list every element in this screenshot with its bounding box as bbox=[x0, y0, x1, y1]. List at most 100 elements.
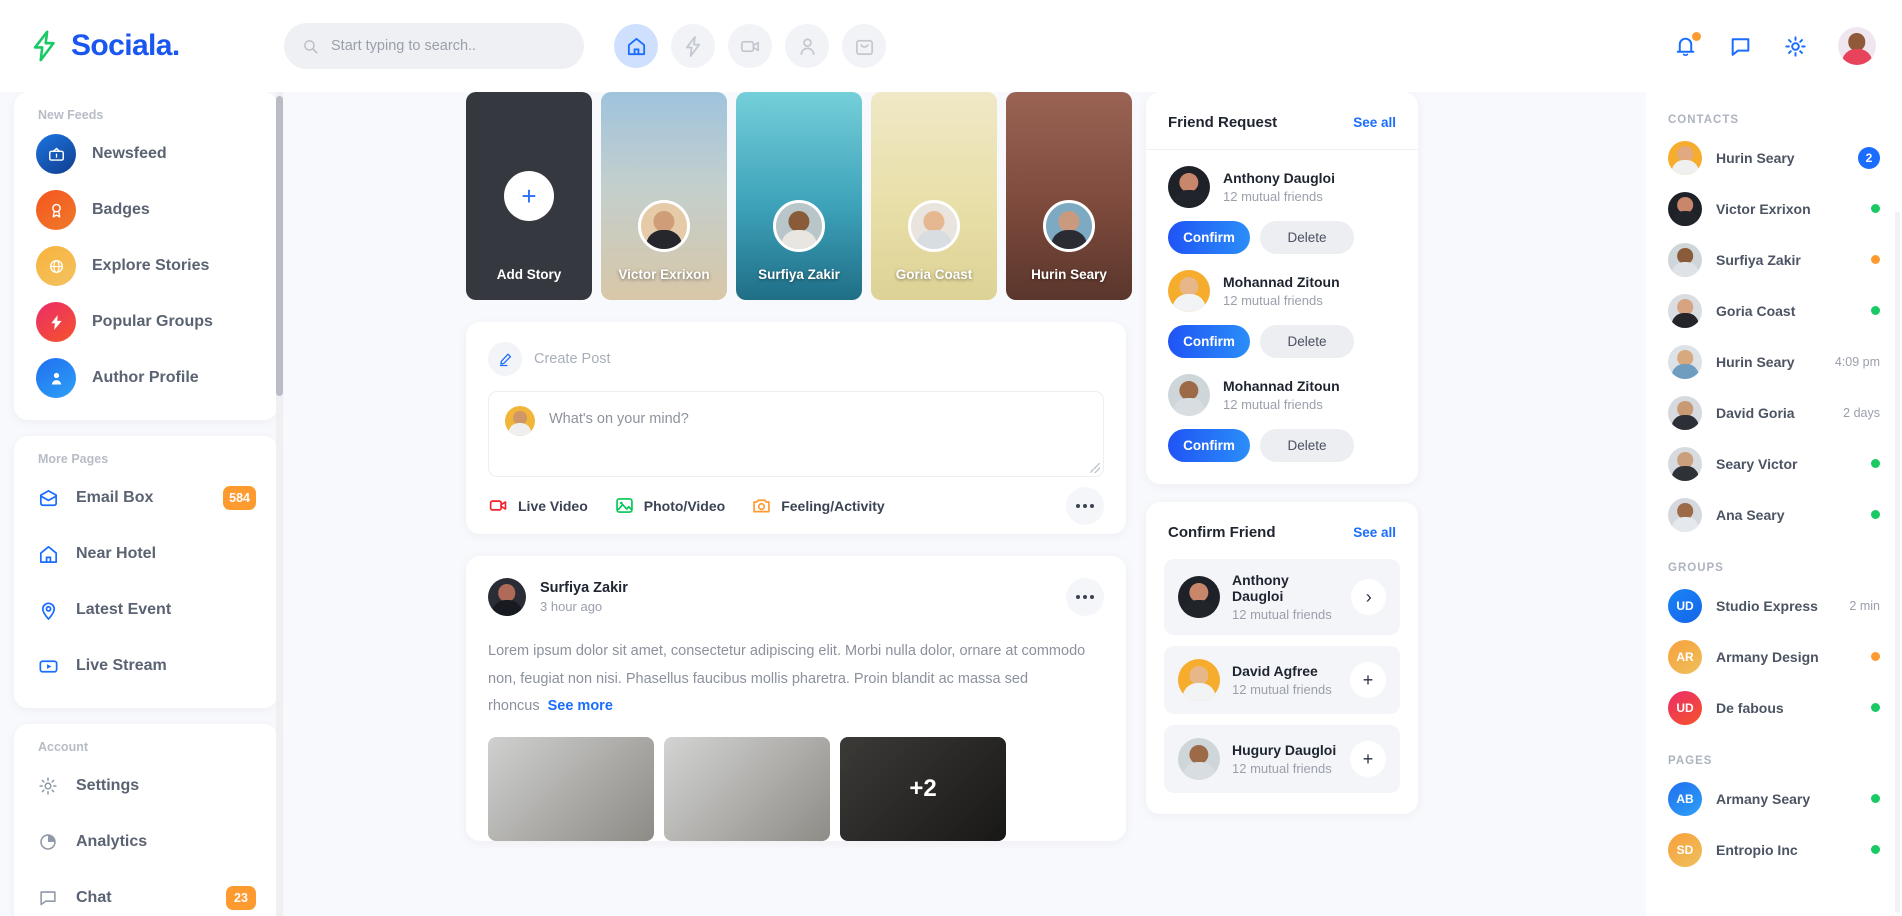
story-card[interactable]: Surfiya Zakir bbox=[736, 92, 862, 300]
story-add-story[interactable]: + Add Story bbox=[466, 92, 592, 300]
create-post-input[interactable]: What's on your mind? bbox=[488, 391, 1104, 477]
chat-bubble-icon bbox=[36, 886, 60, 910]
sidebar-item-popular-groups[interactable]: Popular Groups bbox=[14, 294, 278, 350]
plus-icon[interactable]: + bbox=[1350, 741, 1386, 777]
sidebar-item-explore-stories[interactable]: Explore Stories bbox=[14, 238, 278, 294]
see-all-link[interactable]: See all bbox=[1353, 525, 1396, 540]
last-seen-time: 4:09 pm bbox=[1834, 354, 1880, 369]
contact-row[interactable]: Ana Seary bbox=[1646, 489, 1902, 540]
group-row[interactable]: UD Studio Express 2 min bbox=[1646, 580, 1902, 631]
friend-name: Anthony Daugloi bbox=[1223, 170, 1335, 186]
nav-video-button[interactable] bbox=[728, 24, 772, 68]
mutual-friends-count: 12 mutual friends bbox=[1223, 397, 1323, 412]
page-row[interactable]: AB Armany Seary bbox=[1646, 773, 1902, 824]
sidebar-item-label: Popular Groups bbox=[92, 313, 213, 330]
group-status bbox=[1871, 703, 1880, 712]
group-row[interactable]: UD De fabous bbox=[1646, 682, 1902, 733]
photo-video-button[interactable]: Photo/Video bbox=[614, 495, 725, 516]
sidebar-scrollbar-thumb[interactable] bbox=[276, 96, 283, 396]
settings-button[interactable] bbox=[1783, 34, 1808, 59]
sidebar-item-author-profile[interactable]: Author Profile bbox=[14, 350, 278, 406]
confirm-friend-item[interactable]: David Agfree 12 mutual friends + bbox=[1164, 646, 1400, 714]
see-all-link[interactable]: See all bbox=[1353, 115, 1396, 130]
sidebar-group-title: Account bbox=[38, 740, 88, 754]
friend-request-row: Mohannad Zitoun 12 mutual friends bbox=[1168, 270, 1396, 312]
sidebar-item-chat[interactable]: Chat 23 bbox=[14, 870, 278, 916]
plus-icon[interactable]: + bbox=[1350, 662, 1386, 698]
post-image[interactable] bbox=[664, 736, 830, 841]
avatar bbox=[1668, 191, 1702, 226]
sidebar-item-near-hotel[interactable]: Near Hotel bbox=[14, 526, 278, 582]
mutual-friends-count: 12 mutual friends bbox=[1232, 607, 1332, 622]
more-dots-icon[interactable] bbox=[1066, 486, 1104, 525]
group-name: De fabous bbox=[1716, 699, 1784, 716]
post-image[interactable] bbox=[488, 736, 654, 841]
sidebar-item-badge: 584 bbox=[223, 486, 256, 510]
contact-row[interactable]: David Goria 2 days bbox=[1646, 387, 1902, 438]
confirm-button[interactable]: Confirm bbox=[1168, 221, 1250, 254]
contact-row[interactable]: Victor Exrixon bbox=[1646, 183, 1902, 234]
brand-logo-area[interactable]: Sociala. bbox=[28, 29, 278, 63]
sidebar-item-email-box[interactable]: Email Box 584 bbox=[14, 470, 278, 526]
story-card[interactable]: Goria Coast bbox=[871, 92, 997, 300]
confirm-friend-item[interactable]: Hugury Daugloi 12 mutual friends + bbox=[1164, 725, 1400, 793]
post-image-overflow[interactable]: +2 bbox=[840, 736, 1006, 841]
story-card[interactable]: Victor Exrixon bbox=[601, 92, 727, 300]
avatar[interactable] bbox=[1838, 27, 1876, 65]
nav-profile-button[interactable] bbox=[785, 24, 829, 68]
create-post-actions: Live Video Photo/Video Feeling/Activity bbox=[488, 486, 1104, 525]
contacts-section-title: CONTACTS bbox=[1668, 114, 1740, 126]
avatar bbox=[505, 406, 535, 436]
contact-row[interactable]: Seary Victor bbox=[1646, 438, 1902, 489]
nav-lightning-button[interactable] bbox=[671, 24, 715, 68]
delete-button[interactable]: Delete bbox=[1260, 325, 1354, 358]
story-card[interactable]: Hurin Seary bbox=[1006, 92, 1132, 300]
sidebar-item-analytics[interactable]: Analytics bbox=[14, 814, 278, 870]
sidebar-item-latest-event[interactable]: Latest Event bbox=[14, 582, 278, 638]
textarea-resize-handle[interactable] bbox=[1090, 463, 1100, 473]
group-row[interactable]: AR Armany Design bbox=[1646, 631, 1902, 682]
sidebar-item-label: Settings bbox=[76, 777, 140, 794]
unread-badge: 2 bbox=[1858, 146, 1880, 169]
friend-request-buttons: Confirm Delete bbox=[1168, 325, 1396, 358]
confirm-friend-item[interactable]: Anthony Daugloi 12 mutual friends › bbox=[1164, 559, 1400, 635]
live-video-button[interactable]: Live Video bbox=[488, 495, 588, 516]
contact-row[interactable]: Goria Coast bbox=[1646, 285, 1902, 336]
online-status-dot bbox=[1871, 703, 1880, 712]
right-sidebar-scrollbar[interactable] bbox=[1895, 212, 1900, 912]
notifications-button[interactable] bbox=[1673, 31, 1701, 59]
contact-row[interactable]: Hurin Seary 4:09 pm bbox=[1646, 336, 1902, 387]
online-status-dot bbox=[1871, 845, 1880, 854]
friend-name: Mohannad Zitoun bbox=[1223, 274, 1340, 290]
page-row[interactable]: SD Entropio Inc bbox=[1646, 824, 1902, 875]
messages-button[interactable] bbox=[1728, 34, 1753, 59]
feeling-activity-button[interactable]: Feeling/Activity bbox=[751, 495, 885, 516]
sidebar-item-settings[interactable]: Settings bbox=[14, 758, 278, 814]
lightning-icon bbox=[685, 35, 700, 57]
overflow-count: +2 bbox=[909, 774, 937, 802]
more-dots-icon[interactable] bbox=[1066, 578, 1104, 616]
sidebar-item-live-stream[interactable]: Live Stream bbox=[14, 638, 278, 694]
chevron-right-icon[interactable]: › bbox=[1351, 579, 1386, 615]
contact-row[interactable]: Surfiya Zakir bbox=[1646, 234, 1902, 285]
delete-button[interactable]: Delete bbox=[1260, 429, 1354, 462]
sidebar-item-badges[interactable]: Badges bbox=[14, 182, 278, 238]
sidebar-item-newsfeed[interactable]: Newsfeed bbox=[14, 126, 278, 182]
gear-icon bbox=[1785, 35, 1806, 57]
see-more-link[interactable]: See more bbox=[548, 698, 613, 714]
search-input[interactable]: Start typing to search.. bbox=[284, 23, 584, 69]
nav-home-button[interactable] bbox=[614, 24, 658, 68]
confirm-button[interactable]: Confirm bbox=[1168, 429, 1250, 462]
gear-icon bbox=[36, 774, 60, 798]
sidebar-item-badge: 23 bbox=[226, 886, 256, 910]
nav-shop-button[interactable] bbox=[842, 24, 886, 68]
contact-row[interactable]: Hurin Seary 2 bbox=[1646, 132, 1902, 183]
story-label: Goria Coast bbox=[895, 267, 973, 282]
contact-status bbox=[1871, 204, 1880, 213]
video-camera-icon bbox=[489, 500, 507, 511]
page-initials-avatar: SD bbox=[1668, 832, 1702, 867]
sidebar-group-title: More Pages bbox=[38, 452, 109, 466]
avatar bbox=[1668, 242, 1702, 277]
confirm-button[interactable]: Confirm bbox=[1168, 325, 1250, 358]
delete-button[interactable]: Delete bbox=[1260, 221, 1354, 254]
